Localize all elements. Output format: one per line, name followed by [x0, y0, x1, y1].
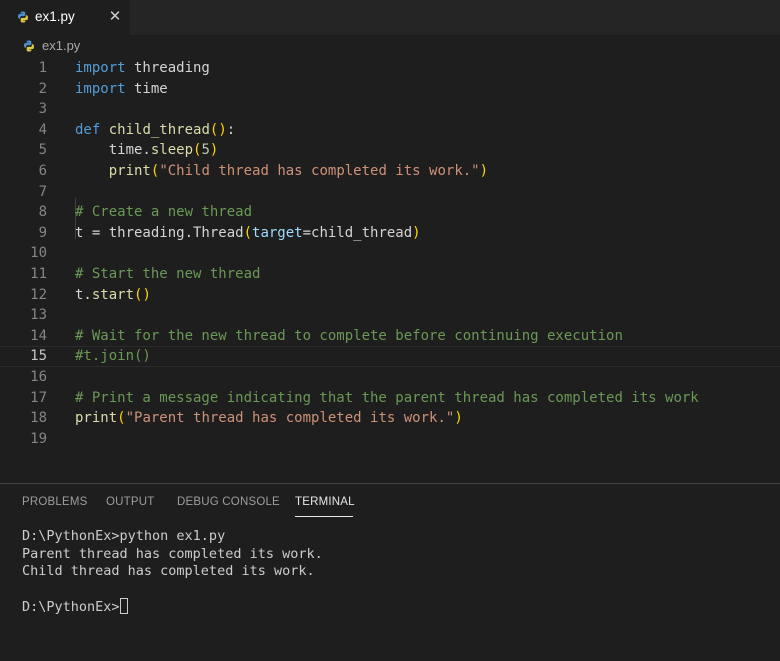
code-text: print("Parent thread has completed its w… — [75, 410, 463, 427]
line-number: 7 — [38, 183, 47, 200]
tab-output[interactable]: OUTPUT — [106, 496, 154, 508]
line-number: 14 — [30, 327, 47, 344]
line-number: 12 — [30, 286, 47, 303]
code-line[interactable]: 16 — [0, 367, 780, 388]
code-line[interactable]: 7 — [0, 182, 780, 203]
code-text: time.sleep(5) — [75, 142, 219, 159]
line-number: 4 — [38, 121, 47, 138]
line-number: 15 — [30, 348, 47, 365]
line-number: 6 — [38, 163, 47, 179]
code-line[interactable]: 12 t.start() — [0, 285, 780, 306]
line-number: 19 — [30, 430, 47, 447]
code-text: t.start() — [75, 286, 151, 303]
terminal-line: D:\PythonEx> — [22, 598, 762, 617]
line-number: 18 — [30, 410, 47, 427]
terminal-output[interactable]: D:\PythonEx>python ex1.py Parent thread h… — [22, 528, 762, 617]
editor-tab-bar: ex1.py ✕ — [0, 0, 780, 35]
code-line[interactable]: 14 # Wait for the new thread to complete … — [0, 326, 780, 347]
tab-ex1-py[interactable]: ex1.py ✕ — [0, 0, 130, 35]
code-line[interactable]: 10 — [0, 243, 780, 264]
line-number: 16 — [30, 369, 47, 385]
python-icon — [24, 40, 34, 52]
tab-debug-console[interactable]: DEBUG CONSOLE — [177, 496, 280, 508]
line-number: 9 — [38, 224, 47, 241]
code-text: # Print a message indicating that the pa… — [75, 389, 699, 406]
code-line[interactable]: 4 def child_thread(): — [0, 120, 780, 141]
line-number: 1 — [38, 60, 47, 76]
code-line[interactable]: 11 # Start the new thread — [0, 264, 780, 285]
code-line[interactable]: 19 — [0, 429, 780, 450]
breadcrumb-file[interactable]: ex1.py — [42, 38, 80, 53]
line-number: 2 — [38, 80, 47, 97]
line-number: 3 — [38, 101, 47, 118]
code-line[interactable]: 9 t = threading.Thread(target=child_threa… — [0, 223, 780, 244]
code-line[interactable]: 3 — [0, 99, 780, 120]
terminal-line: Child thread has completed its work. — [22, 563, 315, 579]
code-line[interactable]: 5 time.sleep(5) — [0, 140, 780, 161]
code-text: import time — [75, 80, 168, 97]
code-line[interactable]: 2 import time — [0, 79, 780, 100]
line-number: 8 — [38, 204, 47, 221]
code-line[interactable]: 1 import threading — [0, 58, 780, 79]
close-icon[interactable]: ✕ — [106, 6, 124, 26]
code-line[interactable]: 6 print("Child thread has completed its … — [0, 161, 780, 182]
bottom-panel: PROBLEMS OUTPUT DEBUG CONSOLE TERMINAL D… — [0, 483, 780, 661]
code-editor[interactable]: 1 import threading 2 import time 3 4 def child… — [0, 58, 780, 482]
line-number: 13 — [30, 307, 47, 324]
code-line[interactable]: 15 #t.join() — [0, 346, 780, 367]
terminal-line: Parent thread has completed its work. — [22, 545, 323, 562]
code-text: #t.join() — [75, 348, 151, 365]
code-text: import threading — [75, 60, 210, 76]
line-number: 5 — [38, 142, 47, 159]
code-text: print("Child thread has completed its wo… — [108, 163, 489, 179]
tab-problems[interactable]: PROBLEMS — [22, 496, 88, 508]
terminal-line: D:\PythonEx>python ex1.py — [22, 528, 226, 544]
tab-label: ex1.py — [35, 9, 75, 24]
python-icon — [18, 11, 28, 23]
active-tab-indicator — [295, 516, 353, 517]
code-text: # Wait for the new thread to complete be… — [75, 327, 623, 344]
code-line[interactable]: 8 # Create a new thread — [0, 202, 780, 223]
code-text: t = threading.Thread(target=child_thread… — [75, 224, 421, 241]
line-number: 11 — [30, 266, 47, 282]
code-text: # Create a new thread — [75, 204, 253, 221]
code-text: # Start the new thread — [75, 266, 261, 282]
code-line[interactable]: 13 — [0, 305, 780, 326]
line-number: 17 — [30, 389, 47, 406]
code-text: def child_thread(): — [75, 121, 236, 138]
code-line[interactable]: 18 print("Parent thread has completed its… — [0, 408, 780, 429]
line-number: 10 — [30, 245, 47, 262]
terminal-cursor — [119, 598, 128, 614]
breadcrumb: ex1.py — [0, 35, 780, 57]
code-line[interactable]: 17 # Print a message indicating that the … — [0, 388, 780, 409]
tab-terminal[interactable]: TERMINAL — [295, 496, 355, 508]
